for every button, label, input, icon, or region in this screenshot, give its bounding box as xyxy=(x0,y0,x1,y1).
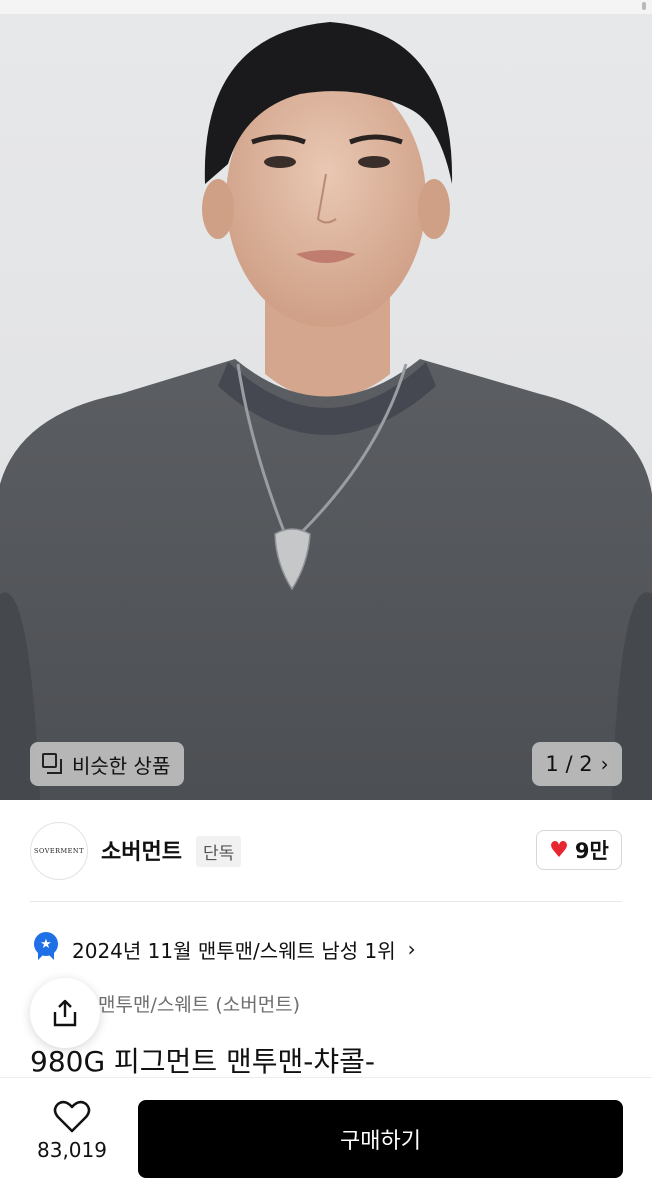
heart-filled-icon: ♥ xyxy=(549,837,569,863)
top-scroll-strip xyxy=(0,0,652,15)
brand-like-count: 9만 xyxy=(574,839,609,863)
share-icon xyxy=(53,999,77,1027)
wishlist-button[interactable]: 83,019 xyxy=(30,1100,114,1162)
ranking-medal-icon: ★ xyxy=(32,932,62,966)
heart-outline-icon xyxy=(53,1100,91,1133)
product-image[interactable]: 비슷한 상품 1 / 2 › xyxy=(0,14,652,800)
image-counter-text: 1 / 2 xyxy=(545,752,593,776)
brand-name[interactable]: 소버먼트 xyxy=(101,834,182,866)
brand-like-button[interactable]: ♥ 9만 xyxy=(536,830,622,870)
product-category[interactable]: 맨투맨/스웨트 (소버먼트) xyxy=(98,990,300,1017)
brand-logo[interactable]: SOVERMENT xyxy=(30,822,88,880)
chevron-right-icon: › xyxy=(600,752,609,776)
share-button[interactable] xyxy=(30,978,100,1048)
ranking-link[interactable]: ★ 2024년 11월 맨투맨/스웨트 남성 1위 › xyxy=(32,930,416,968)
product-title: 980G 피그먼트 맨투맨-챠콜- xyxy=(30,1045,375,1078)
ranking-text: 2024년 11월 맨투맨/스웨트 남성 1위 xyxy=(72,938,396,963)
image-counter-button[interactable]: 1 / 2 › xyxy=(532,742,622,786)
exclusive-badge: 단독 xyxy=(196,836,242,867)
buy-button[interactable]: 구매하기 xyxy=(138,1100,623,1178)
model-photo xyxy=(0,22,652,800)
scroll-indicator xyxy=(642,2,646,10)
brand-logo-text: SOVERMENT xyxy=(34,847,84,855)
chevron-right-icon: › xyxy=(407,937,416,961)
similar-items-icon xyxy=(42,753,64,775)
wishlist-count: 83,019 xyxy=(37,1138,107,1162)
divider xyxy=(30,901,622,902)
brand-row: SOVERMENT 소버먼트 단독 ♥ 9만 xyxy=(0,800,652,902)
similar-products-label: 비슷한 상품 xyxy=(72,753,171,778)
bottom-action-bar: 83,019 구매하기 xyxy=(0,1078,652,1200)
similar-products-button[interactable]: 비슷한 상품 xyxy=(30,742,185,786)
